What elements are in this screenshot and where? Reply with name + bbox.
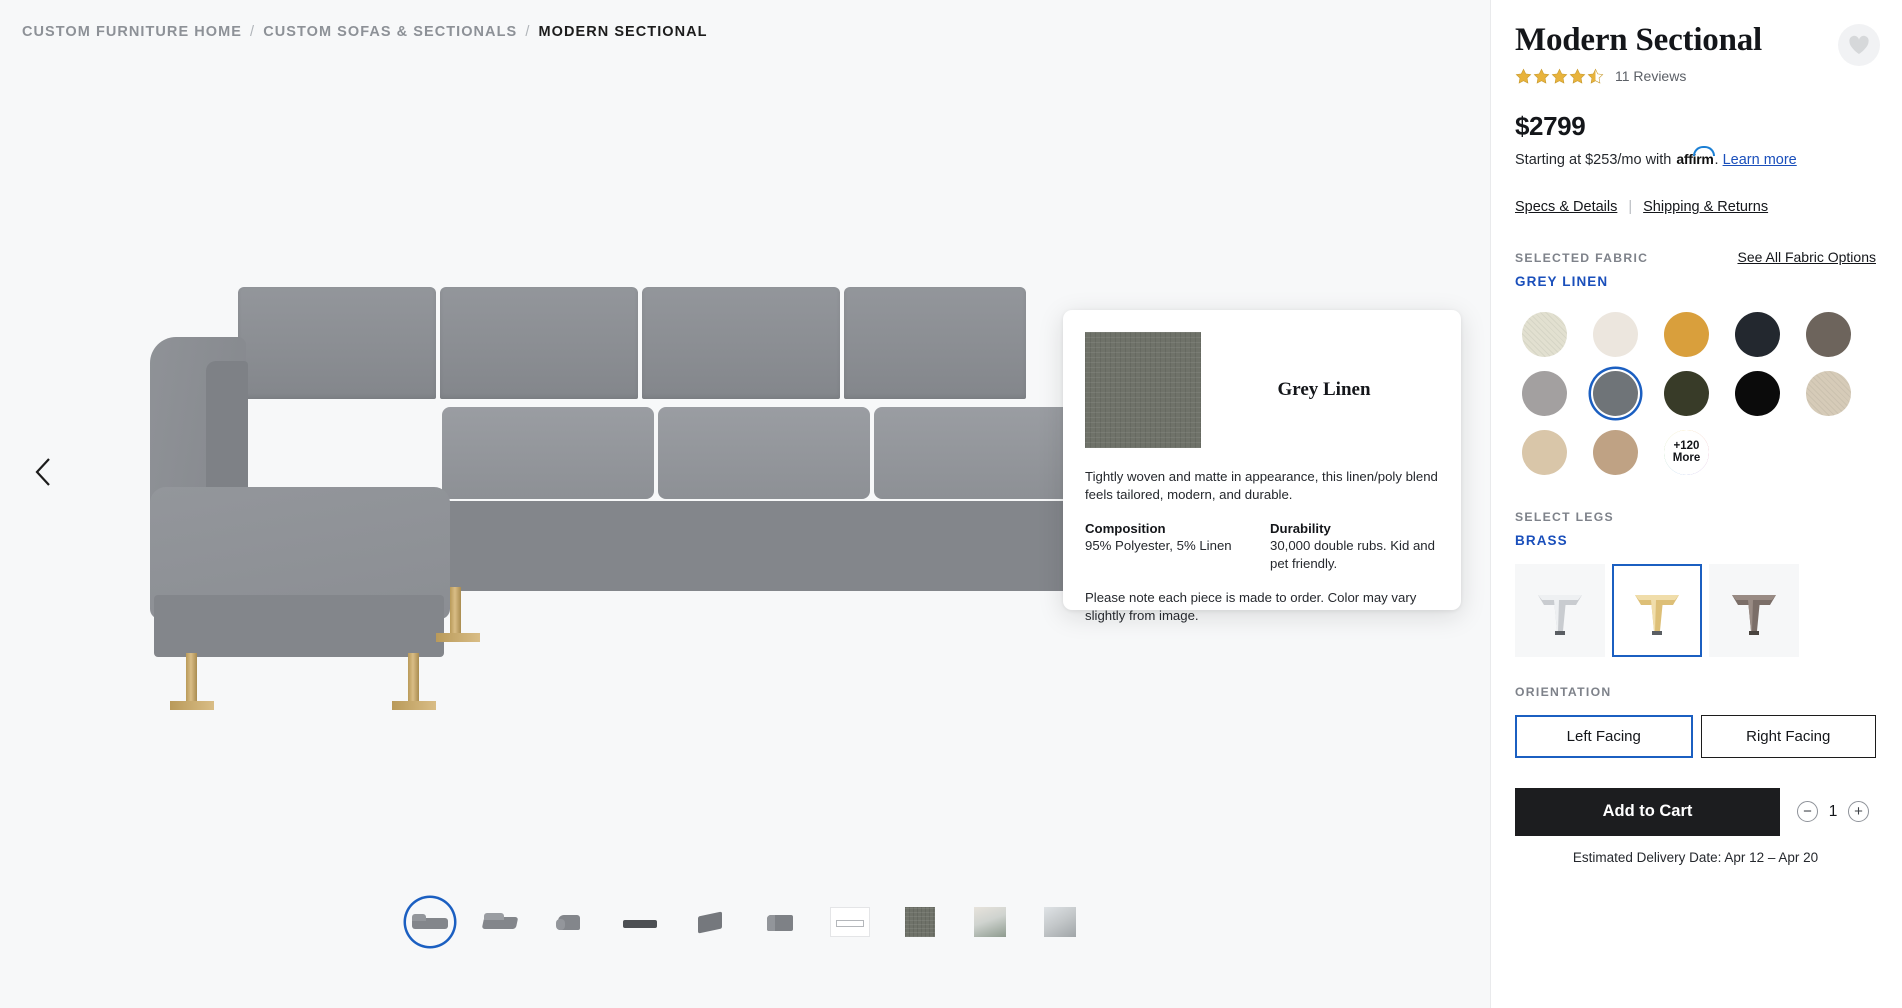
composition-block: Composition 95% Polyester, 5% Linen bbox=[1085, 521, 1254, 572]
selected-fabric-label: SELECTED FABRIC bbox=[1515, 250, 1649, 265]
breadcrumb-item-home[interactable]: CUSTOM FURNITURE HOME bbox=[22, 24, 242, 40]
product-info-panel: Modern Sectional 11 Reviews $2799 Starti… bbox=[1490, 0, 1902, 1008]
leg-icon bbox=[1732, 595, 1776, 636]
breadcrumb-separator: / bbox=[525, 24, 531, 40]
shipping-returns-link[interactable]: Shipping & Returns bbox=[1643, 199, 1768, 215]
orientation-left-facing[interactable]: Left Facing bbox=[1515, 714, 1693, 758]
star-icon bbox=[1551, 68, 1568, 84]
fabric-swatch[interactable] bbox=[1586, 423, 1645, 482]
plus-icon[interactable]: + bbox=[1848, 801, 1869, 823]
cart-row: Add to Cart − 1 + bbox=[1515, 787, 1876, 836]
fabric-description: Tightly woven and matte in appearance, t… bbox=[1085, 469, 1438, 502]
orientation-options[interactable]: Left Facing Right Facing bbox=[1515, 714, 1876, 758]
star-rating bbox=[1515, 68, 1604, 85]
fabric-note: Please note each piece is made to order.… bbox=[1085, 590, 1417, 624]
thumbnail-strip[interactable] bbox=[0, 898, 1490, 946]
more-count: +120 bbox=[1673, 440, 1700, 453]
affirm-logo: affirm bbox=[1676, 145, 1715, 167]
leg-option-brass[interactable] bbox=[1612, 563, 1702, 657]
page-title: Modern Sectional bbox=[1515, 22, 1763, 58]
thumbnail-item[interactable] bbox=[406, 898, 454, 946]
wishlist-button[interactable] bbox=[1838, 24, 1880, 66]
fabric-swatch[interactable] bbox=[1657, 364, 1716, 423]
star-half-icon bbox=[1587, 68, 1604, 84]
rating-row[interactable]: 11 Reviews bbox=[1515, 68, 1876, 85]
durability-block: Durability 30,000 double rubs. Kid and p… bbox=[1270, 521, 1439, 572]
thumbnail-item[interactable] bbox=[896, 898, 944, 946]
more-label: More bbox=[1672, 452, 1701, 465]
fabric-swatch[interactable] bbox=[1515, 305, 1574, 364]
quantity-value: 1 bbox=[1828, 802, 1838, 820]
breadcrumb-item-category[interactable]: CUSTOM SOFAS & SECTIONALS bbox=[263, 24, 517, 40]
legs-option-grid[interactable] bbox=[1515, 563, 1876, 657]
thumbnail-item[interactable] bbox=[476, 898, 524, 946]
add-to-cart-button[interactable]: Add to Cart bbox=[1515, 787, 1780, 836]
leg-icon bbox=[1635, 595, 1679, 636]
select-legs-label: SELECT LEGS bbox=[1515, 509, 1614, 524]
leg-option-chrome[interactable] bbox=[1515, 563, 1605, 657]
fabric-section-header: SELECTED FABRIC See All Fabric Options bbox=[1515, 249, 1876, 265]
financing-text: Starting at $253/mo with bbox=[1515, 151, 1672, 168]
fabric-swatch[interactable] bbox=[1799, 305, 1858, 364]
orientation-right-facing[interactable]: Right Facing bbox=[1700, 714, 1876, 758]
star-icon bbox=[1515, 68, 1532, 84]
quantity-stepper[interactable]: − 1 + bbox=[1797, 801, 1869, 823]
leg-option-bronze[interactable] bbox=[1709, 563, 1799, 657]
fabric-detail-tooltip: Grey Linen Tightly woven and matte in ap… bbox=[1063, 310, 1461, 623]
minus-icon[interactable]: − bbox=[1797, 801, 1818, 823]
thumbnail-item[interactable] bbox=[686, 898, 734, 946]
delivery-estimate: Estimated Delivery Date: Apr 12 – Apr 20 bbox=[1572, 849, 1819, 865]
chevron-left-icon[interactable] bbox=[26, 455, 60, 489]
product-detail-page: CUSTOM FURNITURE HOME / CUSTOM SOFAS & S… bbox=[0, 0, 1902, 1008]
fabric-tooltip-header: Grey Linen bbox=[1085, 332, 1439, 448]
fabric-swatch-selected[interactable] bbox=[1586, 364, 1645, 423]
fabric-attributes: Composition 95% Polyester, 5% Linen Dura… bbox=[1085, 521, 1439, 572]
durability-value: 30,000 double rubs. Kid and pet friendly… bbox=[1270, 537, 1435, 571]
financing-row: Starting at $253/mo with affirm . Learn … bbox=[1515, 145, 1876, 168]
orientation-label: ORIENTATION bbox=[1515, 684, 1612, 699]
thumbnail-item[interactable] bbox=[826, 898, 874, 946]
thumbnail-item[interactable] bbox=[546, 898, 594, 946]
learn-more-link[interactable]: Learn more bbox=[1723, 152, 1797, 168]
fabric-swatch[interactable] bbox=[1728, 305, 1787, 364]
durability-heading: Durability bbox=[1270, 520, 1331, 536]
product-price: $2799 bbox=[1515, 110, 1586, 141]
fabric-swatch[interactable] bbox=[1515, 423, 1574, 482]
thumbnail-item[interactable] bbox=[966, 898, 1014, 946]
see-all-fabric-options-link[interactable]: See All Fabric Options bbox=[1737, 249, 1876, 265]
more-fabrics-button[interactable]: +120 More bbox=[1657, 423, 1716, 482]
fabric-swatch[interactable] bbox=[1728, 364, 1787, 423]
selected-fabric-value: GREY LINEN bbox=[1515, 273, 1609, 289]
fabric-tooltip-name: Grey Linen bbox=[1277, 379, 1371, 400]
thumbnail-item[interactable] bbox=[1036, 898, 1084, 946]
fabric-swatch[interactable] bbox=[1515, 364, 1574, 423]
info-links: Specs & Details | Shipping & Returns bbox=[1515, 199, 1876, 215]
star-icon bbox=[1569, 68, 1586, 84]
composition-value: 95% Polyester, 5% Linen bbox=[1085, 537, 1232, 553]
heart-icon bbox=[1849, 35, 1869, 55]
star-icon bbox=[1533, 68, 1550, 84]
fabric-swatch[interactable] bbox=[1586, 305, 1645, 364]
thumbnail-item[interactable] bbox=[616, 898, 664, 946]
fabric-swatch[interactable] bbox=[1799, 364, 1858, 423]
leg-icon bbox=[1538, 595, 1582, 636]
thumbnail-item[interactable] bbox=[756, 898, 804, 946]
breadcrumb-item-current: MODERN SECTIONAL bbox=[538, 24, 708, 40]
breadcrumb-separator: / bbox=[250, 24, 256, 40]
fabric-swatch-grid[interactable]: +120 More bbox=[1515, 305, 1876, 482]
specs-details-link[interactable]: Specs & Details bbox=[1515, 199, 1617, 215]
review-count[interactable]: 11 Reviews bbox=[1615, 68, 1686, 84]
link-divider: | bbox=[1628, 198, 1633, 215]
composition-heading: Composition bbox=[1085, 520, 1166, 536]
breadcrumb: CUSTOM FURNITURE HOME / CUSTOM SOFAS & S… bbox=[22, 24, 708, 40]
fabric-large-swatch bbox=[1085, 332, 1201, 448]
selected-legs-value: BRASS bbox=[1515, 532, 1568, 548]
fabric-swatch[interactable] bbox=[1657, 305, 1716, 364]
